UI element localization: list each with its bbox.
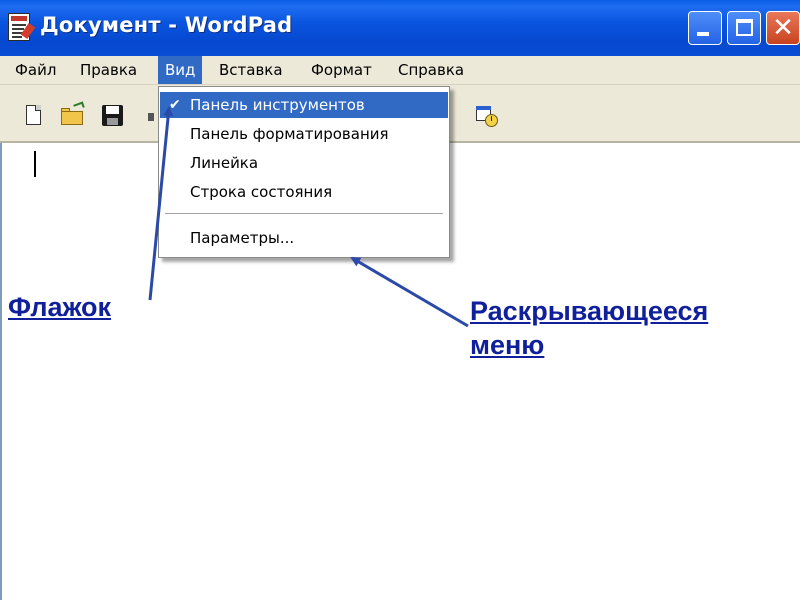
checkbox-annotation-label: Флажок <box>8 292 112 322</box>
menu-separator <box>165 213 443 214</box>
minimize-icon <box>697 32 709 36</box>
menu-option-label: Линейка <box>190 154 259 172</box>
text-caret <box>34 151 36 177</box>
maximize-button[interactable] <box>727 11 761 45</box>
minimize-button[interactable] <box>688 11 722 45</box>
menu-view[interactable]: Вид <box>158 56 203 84</box>
menu-option-label: Панель инструментов <box>190 96 365 114</box>
date-time-icon[interactable] <box>474 103 500 129</box>
menu-option-label: Параметры... <box>190 229 295 247</box>
maximize-icon <box>736 19 753 36</box>
menu-option-label: Строка состояния <box>190 183 333 201</box>
print-icon-partial[interactable] <box>148 109 156 123</box>
dropdown-annotation-label: Раскрывающееся меню <box>470 296 709 360</box>
view-dropdown-menu: ✔ Панель инструментов Панель форматирова… <box>158 86 450 258</box>
close-button[interactable]: ✕ <box>766 11 800 45</box>
menu-file[interactable]: Файл <box>8 56 63 84</box>
open-folder-icon[interactable] <box>60 101 86 129</box>
wordpad-app-icon <box>8 13 36 41</box>
menu-option-toolbar[interactable]: ✔ Панель инструментов <box>160 92 448 118</box>
menu-format[interactable]: Формат <box>304 56 379 84</box>
close-icon: ✕ <box>772 13 794 43</box>
window-title: Документ - WordPad <box>40 13 293 37</box>
menu-option-options[interactable]: Параметры... <box>160 225 448 251</box>
title-bar[interactable]: Документ - WordPad ✕ <box>0 0 800 56</box>
checkmark-icon: ✔ <box>169 97 181 113</box>
menu-option-format-bar[interactable]: Панель форматирования <box>160 121 448 147</box>
new-document-icon[interactable] <box>22 103 48 129</box>
menu-edit[interactable]: Правка <box>73 56 144 84</box>
menu-option-ruler[interactable]: Линейка <box>160 150 448 176</box>
save-disk-icon[interactable] <box>100 103 126 129</box>
menu-insert[interactable]: Вставка <box>212 56 290 84</box>
menu-help[interactable]: Справка <box>391 56 471 84</box>
menu-option-status-bar[interactable]: Строка состояния <box>160 179 448 205</box>
menu-bar: Файл Правка Вид Вставка Формат Справка <box>0 56 800 85</box>
menu-option-label: Панель форматирования <box>190 125 389 143</box>
